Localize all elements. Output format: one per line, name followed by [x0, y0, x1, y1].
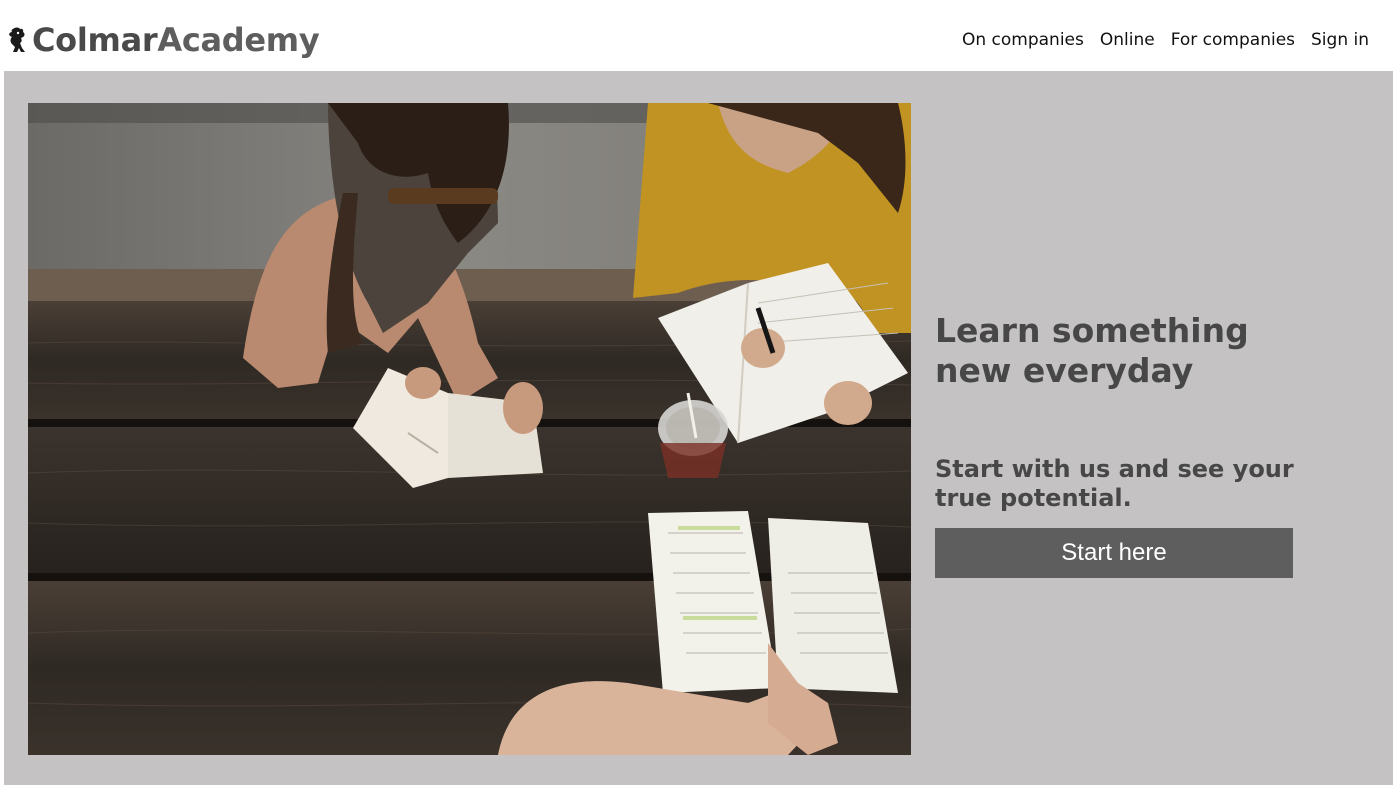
nav-link-for-companies[interactable]: For companies	[1171, 28, 1295, 52]
nav-link-sign-in[interactable]: Sign in	[1311, 28, 1369, 52]
lion-icon	[9, 27, 25, 52]
hero-subheadline: Start with us and see your true potentia…	[935, 455, 1294, 512]
hero-headline: Learn something new everyday	[935, 311, 1249, 390]
site-header: ColmarAcademy On companies Online For co…	[0, 0, 1397, 71]
brand-name-colmar: Colmar	[32, 21, 158, 59]
brand-name-academy: Academy	[157, 21, 320, 59]
brand-name: ColmarAcademy	[32, 20, 320, 60]
nav-link-on-companies[interactable]: On companies	[962, 28, 1084, 52]
main-nav: On companies Online For companies Sign i…	[962, 28, 1369, 52]
hero-text-block: Learn something new everyday Start with …	[935, 311, 1315, 513]
start-here-button[interactable]: Start here	[935, 528, 1293, 578]
hero-photo	[28, 103, 911, 755]
nav-link-online[interactable]: Online	[1100, 28, 1155, 52]
brand-logo[interactable]: ColmarAcademy	[7, 20, 320, 60]
hero-photo-illustration	[28, 103, 911, 755]
hero-section: Learn something new everyday Start with …	[4, 71, 1393, 785]
